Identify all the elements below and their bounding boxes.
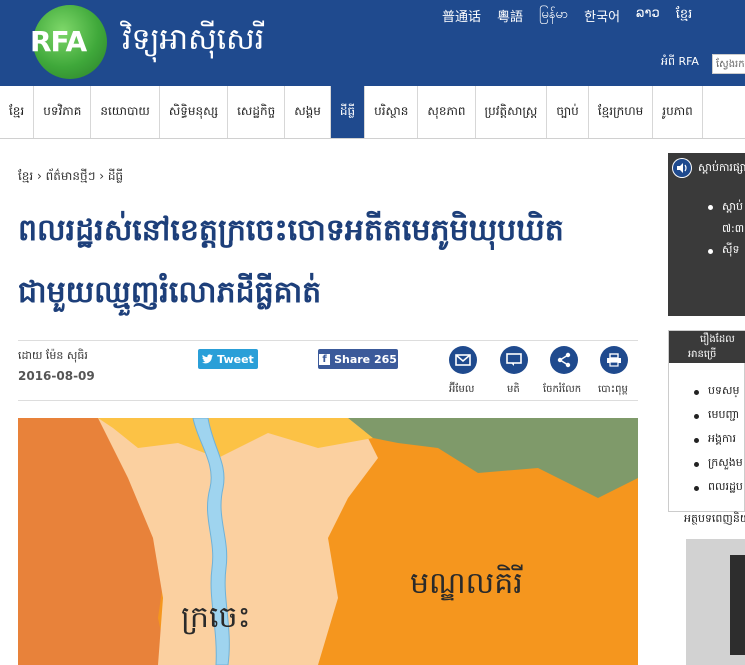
print-button[interactable] xyxy=(600,346,628,374)
facebook-share-button[interactable]: f Share 265 xyxy=(318,349,398,369)
logo-text[interactable]: RFA xyxy=(30,25,87,58)
breadcrumb[interactable]: ខ្មែរ › ព័ត៌មានថ្មីៗ › ដីធ្លី xyxy=(18,168,123,186)
email-button[interactable] xyxy=(449,346,477,374)
article-map-image: ក្រចេះ មណ្ឌលគិរី xyxy=(18,418,638,665)
nav-item-health[interactable]: សុខភាព xyxy=(418,86,476,138)
bullet xyxy=(694,486,699,491)
related-item[interactable]: ក្រសួងម xyxy=(708,456,743,472)
main-nav: ខ្មែរ បទវិភាគ នយោបាយ សិទ្ធិមនុស្ស សេដ្ឋក… xyxy=(0,86,745,139)
listen-item[interactable]: ស៊ីទ xyxy=(722,243,739,259)
share-button[interactable] xyxy=(550,346,578,374)
province-map xyxy=(18,418,638,665)
article-title: ពលរដ្ឋរស់នៅខេត្តក្រចេះចោទអតីតមេភូមិឃុបឃិ… xyxy=(18,213,564,310)
envelope-icon xyxy=(455,354,471,366)
publish-date: 2016-08-09 xyxy=(18,369,95,383)
speaker-icon[interactable] xyxy=(672,158,692,178)
nav-item-society[interactable]: សង្គម xyxy=(285,86,331,138)
map-label-kratie: ក្រចេះ xyxy=(181,600,251,635)
related-item[interactable]: មេបញ្ជា xyxy=(708,408,739,424)
bullet xyxy=(708,249,713,254)
site-name[interactable]: វិទ្យុអាស៊ីសេរី xyxy=(122,20,264,64)
comment-label[interactable]: មតិ xyxy=(507,382,520,397)
related-header-line: រឿងដែល xyxy=(700,334,735,345)
facebook-icon: f xyxy=(319,353,331,365)
popular-title: អត្ថបទពេញនិយម xyxy=(684,512,745,525)
email-label[interactable]: អ៊ីមែល xyxy=(449,382,474,397)
comment-button[interactable] xyxy=(500,346,528,374)
listen-item[interactable]: ស្ដាប់ xyxy=(722,200,743,216)
nav-item-economy[interactable]: សេដ្ឋកិច្ច xyxy=(228,86,286,138)
share-nodes-icon xyxy=(557,352,571,368)
related-item[interactable]: អង្គការ xyxy=(708,432,736,448)
nav-item-environment[interactable]: បរិស្ថាន xyxy=(365,86,419,138)
nav-item-analysis[interactable]: បទវិភាគ xyxy=(34,86,92,138)
byline: ដោយ ម៉ែន សុធិរ xyxy=(18,349,88,362)
lang-link-khmer[interactable]: ខ្មែរ xyxy=(676,6,693,25)
divider xyxy=(18,340,638,341)
nav-item-photos[interactable]: រូបភាព xyxy=(653,86,703,138)
site-header: RFA វិទ្យុអាស៊ីសេរី 普通话 粵語 မြန်မာ 한국어 ລາ… xyxy=(0,0,745,86)
nav-item-history[interactable]: ប្រវត្តិសាស្ត្រ xyxy=(476,86,548,138)
twitter-bird-icon xyxy=(202,354,214,364)
lang-link-korean[interactable]: 한국어 xyxy=(584,6,620,25)
about-link[interactable]: អំពី RFA xyxy=(661,55,699,71)
nav-item-khmer[interactable]: ខ្មែរ xyxy=(0,86,35,138)
lang-link-mandarin[interactable]: 普通话 xyxy=(442,6,481,25)
speech-bubble-icon xyxy=(506,353,522,366)
lang-link-lao[interactable]: ລາວ xyxy=(636,6,660,25)
nav-item-khmer-rouge[interactable]: ខ្មែរក្រហម xyxy=(589,86,654,138)
language-links: 普通话 粵語 မြန်မာ 한국어 ລາວ ខ្មែរ xyxy=(442,6,708,25)
divider xyxy=(18,400,638,401)
bullet xyxy=(694,438,699,443)
related-header-line: អានច្រើ xyxy=(688,349,717,360)
search-input[interactable]: ស្វែងរក xyxy=(712,54,745,74)
nav-item-land[interactable]: ដីធ្លី xyxy=(330,86,366,138)
bullet xyxy=(694,390,699,395)
map-label-mondulkiri: មណ្ឌលគិរី xyxy=(410,566,523,601)
bullet xyxy=(708,205,713,210)
lang-link-cantonese[interactable]: 粵語 xyxy=(497,6,523,25)
nav-item-politics[interactable]: នយោបាយ xyxy=(91,86,160,138)
related-item[interactable]: បទសម្ xyxy=(708,384,739,400)
tweet-button[interactable]: Tweet xyxy=(198,349,258,369)
tweet-label: Tweet xyxy=(217,352,254,366)
nav-item-law[interactable]: ច្បាប់ xyxy=(547,86,589,138)
lang-link-burmese[interactable]: မြန်မာ xyxy=(539,6,568,25)
bullet xyxy=(694,414,699,419)
nav-item-human-rights[interactable]: សិទ្ធិមនុស្ស xyxy=(160,86,229,138)
print-label[interactable]: បោះពុម្ព xyxy=(598,382,628,397)
share-label-text[interactable]: ចែករំលែក xyxy=(543,382,581,397)
thumbnail-figure xyxy=(730,555,745,655)
listen-item[interactable]: ៧:៣ xyxy=(722,222,744,238)
related-item[interactable]: ពលរដ្ឋប xyxy=(708,480,743,496)
share-label: Share 265 xyxy=(334,352,397,366)
printer-icon xyxy=(607,353,621,367)
bullet xyxy=(694,462,699,467)
listen-title: ស្ដាប់ការផ្សាយ xyxy=(698,161,745,174)
